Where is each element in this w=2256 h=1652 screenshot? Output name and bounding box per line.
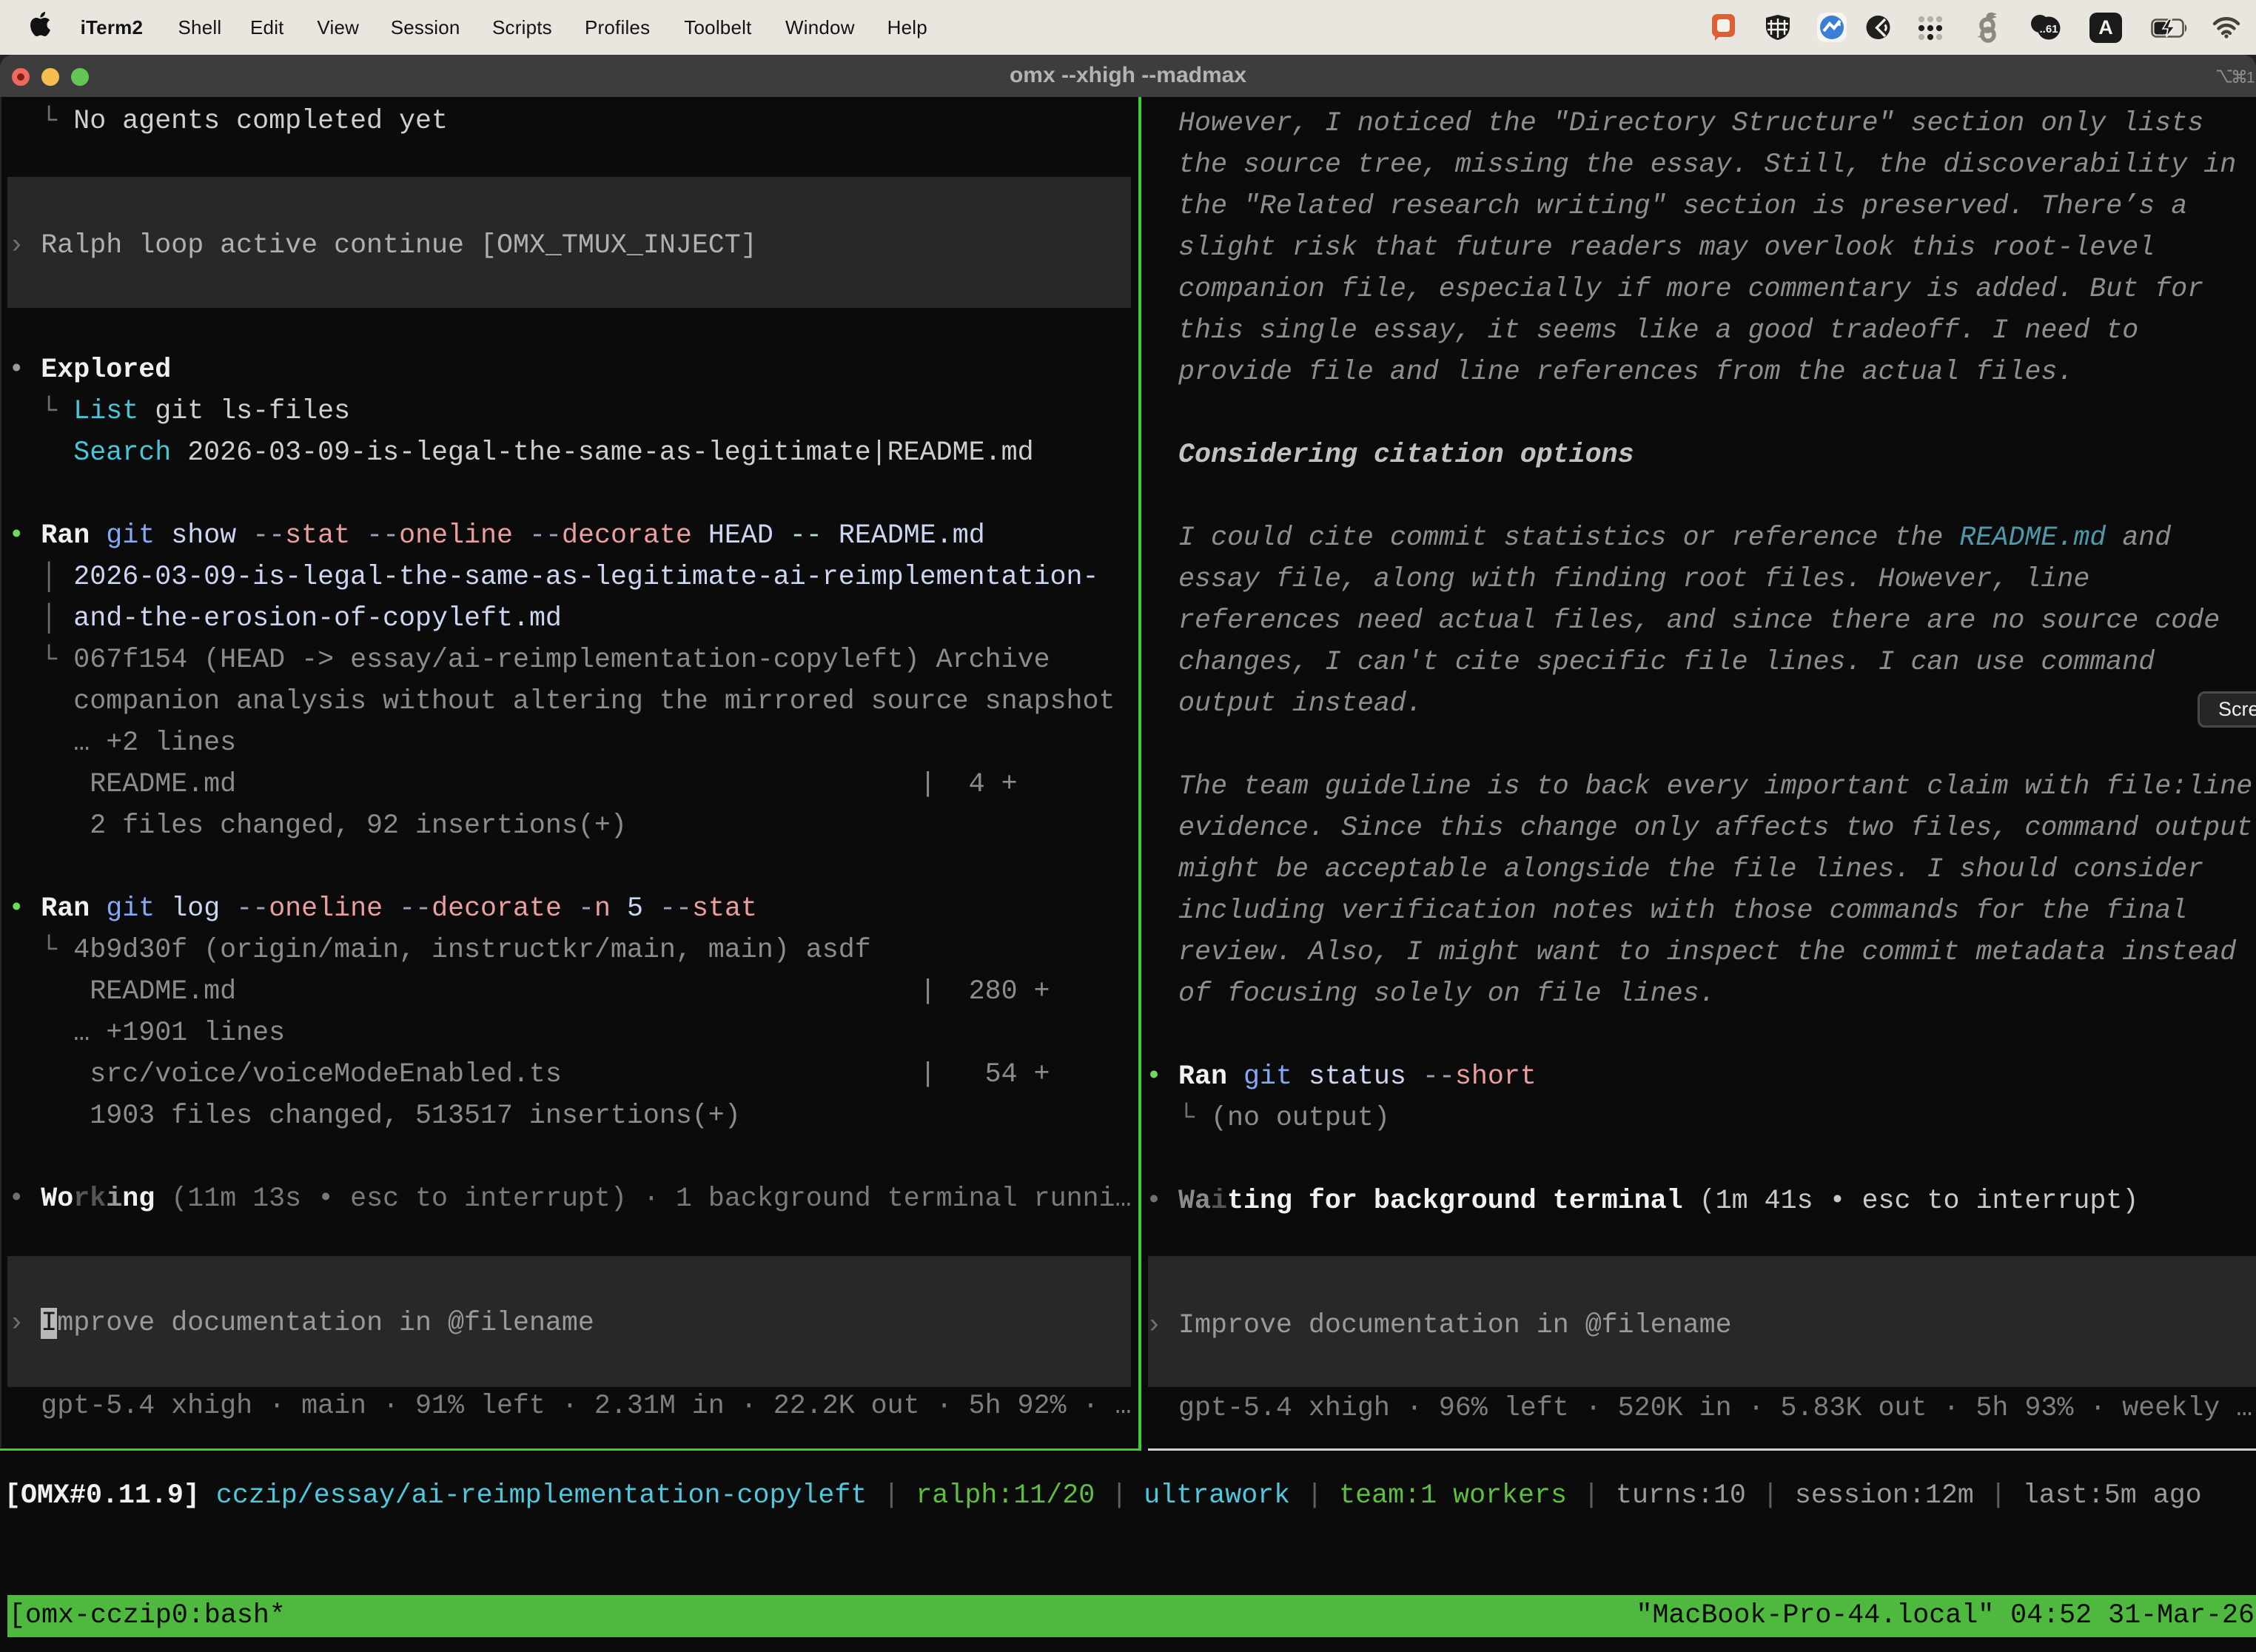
svg-text:..61: ..61: [2039, 23, 2058, 36]
svg-text:1: 1: [2246, 70, 2255, 87]
